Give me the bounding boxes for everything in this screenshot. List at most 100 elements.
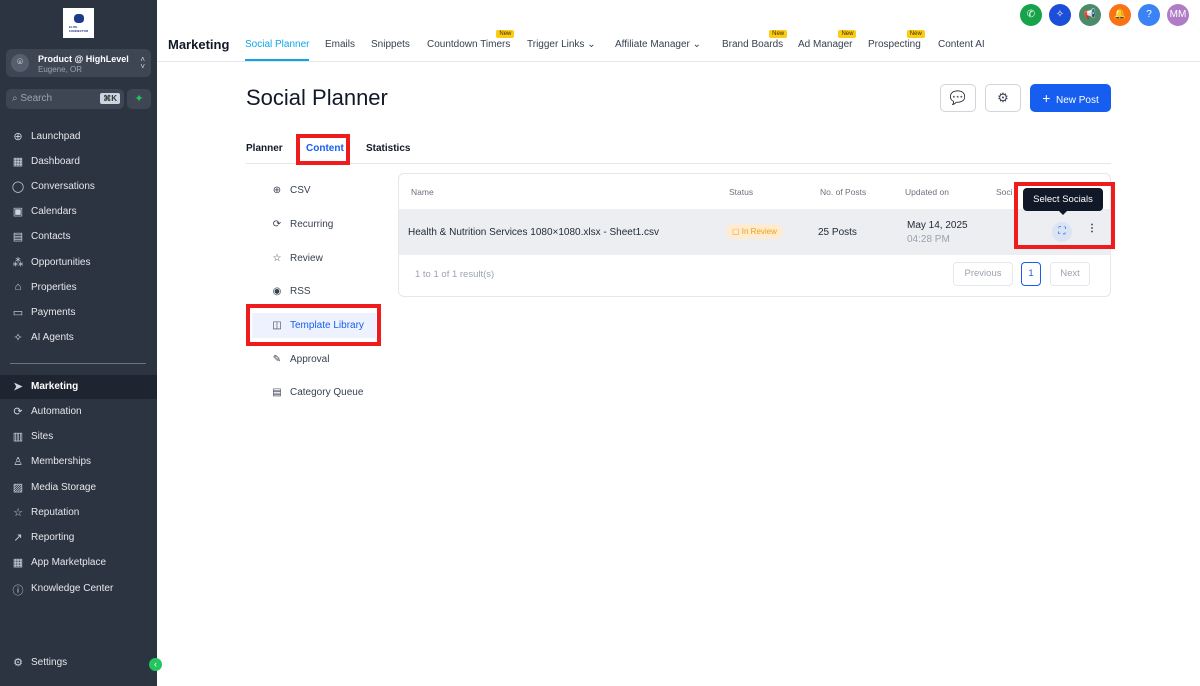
submenu-label: Recurring: [290, 219, 334, 230]
new-badge: New: [838, 30, 857, 38]
new-badge: New: [906, 30, 925, 38]
feedback-button[interactable]: 💬: [940, 84, 976, 112]
location-icon: ⌾: [11, 54, 29, 72]
previous-page-button[interactable]: Previous: [953, 262, 1013, 286]
submenu-approval[interactable]: ✎ Approval: [270, 354, 330, 365]
sidebar-item-knowledge-center[interactable]: ⓘ Knowledge Center: [0, 577, 157, 601]
sidebar-item-label: Reporting: [31, 532, 75, 543]
column-header-name: Name: [411, 187, 434, 197]
sidebar-item-properties[interactable]: ⌂ Properties: [0, 276, 157, 300]
submenu-csv[interactable]: ⊕ CSV: [270, 185, 311, 196]
sidebar: ELITE CONNECTOR ⌾ Product @ HighLevel Eug…: [0, 0, 162, 686]
column-header-posts: No. of Posts: [820, 187, 867, 197]
tab-countdown-timers[interactable]: Countdown Timers New: [427, 30, 515, 50]
sidebar-divider: [10, 363, 146, 364]
sidebar-item-label: Contacts: [31, 231, 71, 242]
review-icon: ☆: [272, 253, 282, 264]
sidebar-item-conversations[interactable]: ◯ Conversations: [0, 175, 157, 199]
sidebar-item-ai-agents[interactable]: ✧ AI Agents: [0, 326, 157, 350]
chevron-down-icon: ⌄: [587, 39, 596, 50]
tab-emails[interactable]: Emails: [325, 39, 355, 50]
sidebar-item-settings[interactable]: ⚙ Settings: [0, 651, 157, 675]
tab-brand-boards[interactable]: Brand Boards New: [722, 30, 788, 50]
tab-trigger-links[interactable]: Trigger Links ⌄: [527, 39, 596, 50]
file-name[interactable]: Health & Nutrition Services 1080×1080.xl…: [408, 227, 659, 238]
knowledge-center-icon: ⓘ: [12, 585, 24, 597]
submenu-label: Review: [290, 253, 323, 264]
sidebar-item-marketing[interactable]: ➤ Marketing: [0, 375, 157, 399]
megaphone-icon[interactable]: 📢: [1079, 4, 1101, 26]
sidebar-item-automation[interactable]: ⟳ Automation: [0, 400, 157, 424]
account-location: Eugene, OR: [38, 65, 83, 74]
submenu-category-queue[interactable]: ▤ Category Queue: [270, 387, 363, 398]
app-marketplace-icon: ▦: [12, 557, 24, 569]
tab-planner[interactable]: Planner: [246, 143, 283, 154]
account-switcher[interactable]: ⌾ Product @ HighLevel Eugene, OR ˄ ˅: [6, 49, 151, 77]
tab-prospecting[interactable]: Prospecting New: [868, 30, 925, 50]
tab-affiliate-manager[interactable]: Affiliate Manager ⌄: [615, 39, 701, 50]
sidebar-item-memberships[interactable]: ♙ Memberships: [0, 450, 157, 474]
sidebar-item-label: Settings: [31, 657, 68, 668]
ai-sparkle-button[interactable]: ✦: [127, 89, 151, 109]
sidebar-item-label: Memberships: [31, 456, 92, 467]
tab-label: Affiliate Manager: [615, 39, 690, 50]
sidebar-item-media-storage[interactable]: ▨ Media Storage: [0, 476, 157, 500]
sidebar-item-label: Media Storage: [31, 482, 97, 493]
search-input[interactable]: ⌕ Search ⌘K: [6, 89, 124, 109]
submenu-label: RSS: [290, 286, 311, 297]
account-name: Product @ HighLevel: [38, 54, 129, 64]
help-icon[interactable]: ?: [1138, 4, 1160, 26]
page-1-button[interactable]: 1: [1021, 262, 1041, 286]
tab-content-ai[interactable]: Content AI: [938, 39, 985, 50]
tab-snippets[interactable]: Snippets: [371, 39, 410, 50]
properties-icon: ⌂: [14, 281, 22, 293]
sidebar-item-label: Reputation: [31, 507, 80, 518]
sidebar-item-launchpad[interactable]: ⊕ Launchpad: [0, 125, 157, 149]
tab-label: Ad Manager: [798, 39, 853, 50]
sparkles-icon[interactable]: ✧: [1049, 4, 1071, 26]
gear-icon: ⚙: [997, 90, 1009, 105]
dashboard-icon: ▦: [12, 156, 24, 168]
phone-icon[interactable]: ✆: [1020, 4, 1042, 26]
submenu-label: CSV: [290, 185, 311, 196]
submenu-rss[interactable]: ◉ RSS: [270, 286, 311, 297]
sidebar-item-label: Opportunities: [31, 257, 91, 268]
highlight-box: [246, 304, 381, 346]
settings-button[interactable]: ⚙: [985, 84, 1021, 112]
column-header-updated: Updated on: [905, 187, 949, 197]
submenu-review[interactable]: ☆ Review: [270, 253, 323, 264]
launchpad-icon: ⊕: [13, 131, 23, 143]
sidebar-item-sites[interactable]: ▥ Sites: [0, 425, 157, 449]
sidebar-item-calendars[interactable]: ▣ Calendars: [0, 200, 157, 224]
sidebar-item-label: Automation: [31, 406, 82, 417]
sidebar-item-app-marketplace[interactable]: ▦ App Marketplace: [0, 551, 157, 575]
column-header-socials: Soci: [996, 187, 1013, 197]
message-alert-icon: 💬: [949, 90, 967, 105]
new-post-button[interactable]: + New Post: [1030, 84, 1111, 112]
collapse-sidebar-button[interactable]: ‹: [149, 658, 162, 671]
updated-date: May 14, 2025: [907, 220, 968, 231]
tab-social-planner[interactable]: Social Planner: [245, 39, 310, 61]
tab-ad-manager[interactable]: Ad Manager New: [798, 30, 857, 50]
sidebar-item-reputation[interactable]: ☆ Reputation: [0, 501, 157, 525]
tab-label: Countdown Timers: [427, 39, 511, 50]
highlight-box: [296, 134, 350, 165]
sidebar-item-dashboard[interactable]: ▦ Dashboard: [0, 150, 157, 174]
user-avatar[interactable]: MM: [1167, 4, 1189, 26]
tab-label: Content AI: [938, 39, 985, 50]
sidebar-item-opportunities[interactable]: ⁂ Opportunities: [0, 251, 157, 275]
submenu-recurring[interactable]: ⟳ Recurring: [270, 219, 334, 230]
content-table: Name Status No. of Posts Updated on Soci…: [398, 173, 1111, 297]
tab-label: Social Planner: [245, 39, 310, 50]
sidebar-item-contacts[interactable]: ▤ Contacts: [0, 225, 157, 249]
next-page-button[interactable]: Next: [1050, 262, 1090, 286]
chevron-updown-icon: ˄ ˅: [140, 55, 145, 71]
tab-statistics[interactable]: Statistics: [366, 143, 410, 154]
table-row[interactable]: Health & Nutrition Services 1080×1080.xl…: [399, 209, 1110, 255]
sidebar-item-reporting[interactable]: ↗ Reporting: [0, 526, 157, 550]
sidebar-item-payments[interactable]: ▭ Payments: [0, 301, 157, 325]
status-label: In Review: [741, 227, 777, 236]
contacts-icon: ▤: [12, 231, 24, 243]
bell-icon[interactable]: 🔔: [1109, 4, 1131, 26]
sidebar-item-label: Payments: [31, 307, 76, 318]
